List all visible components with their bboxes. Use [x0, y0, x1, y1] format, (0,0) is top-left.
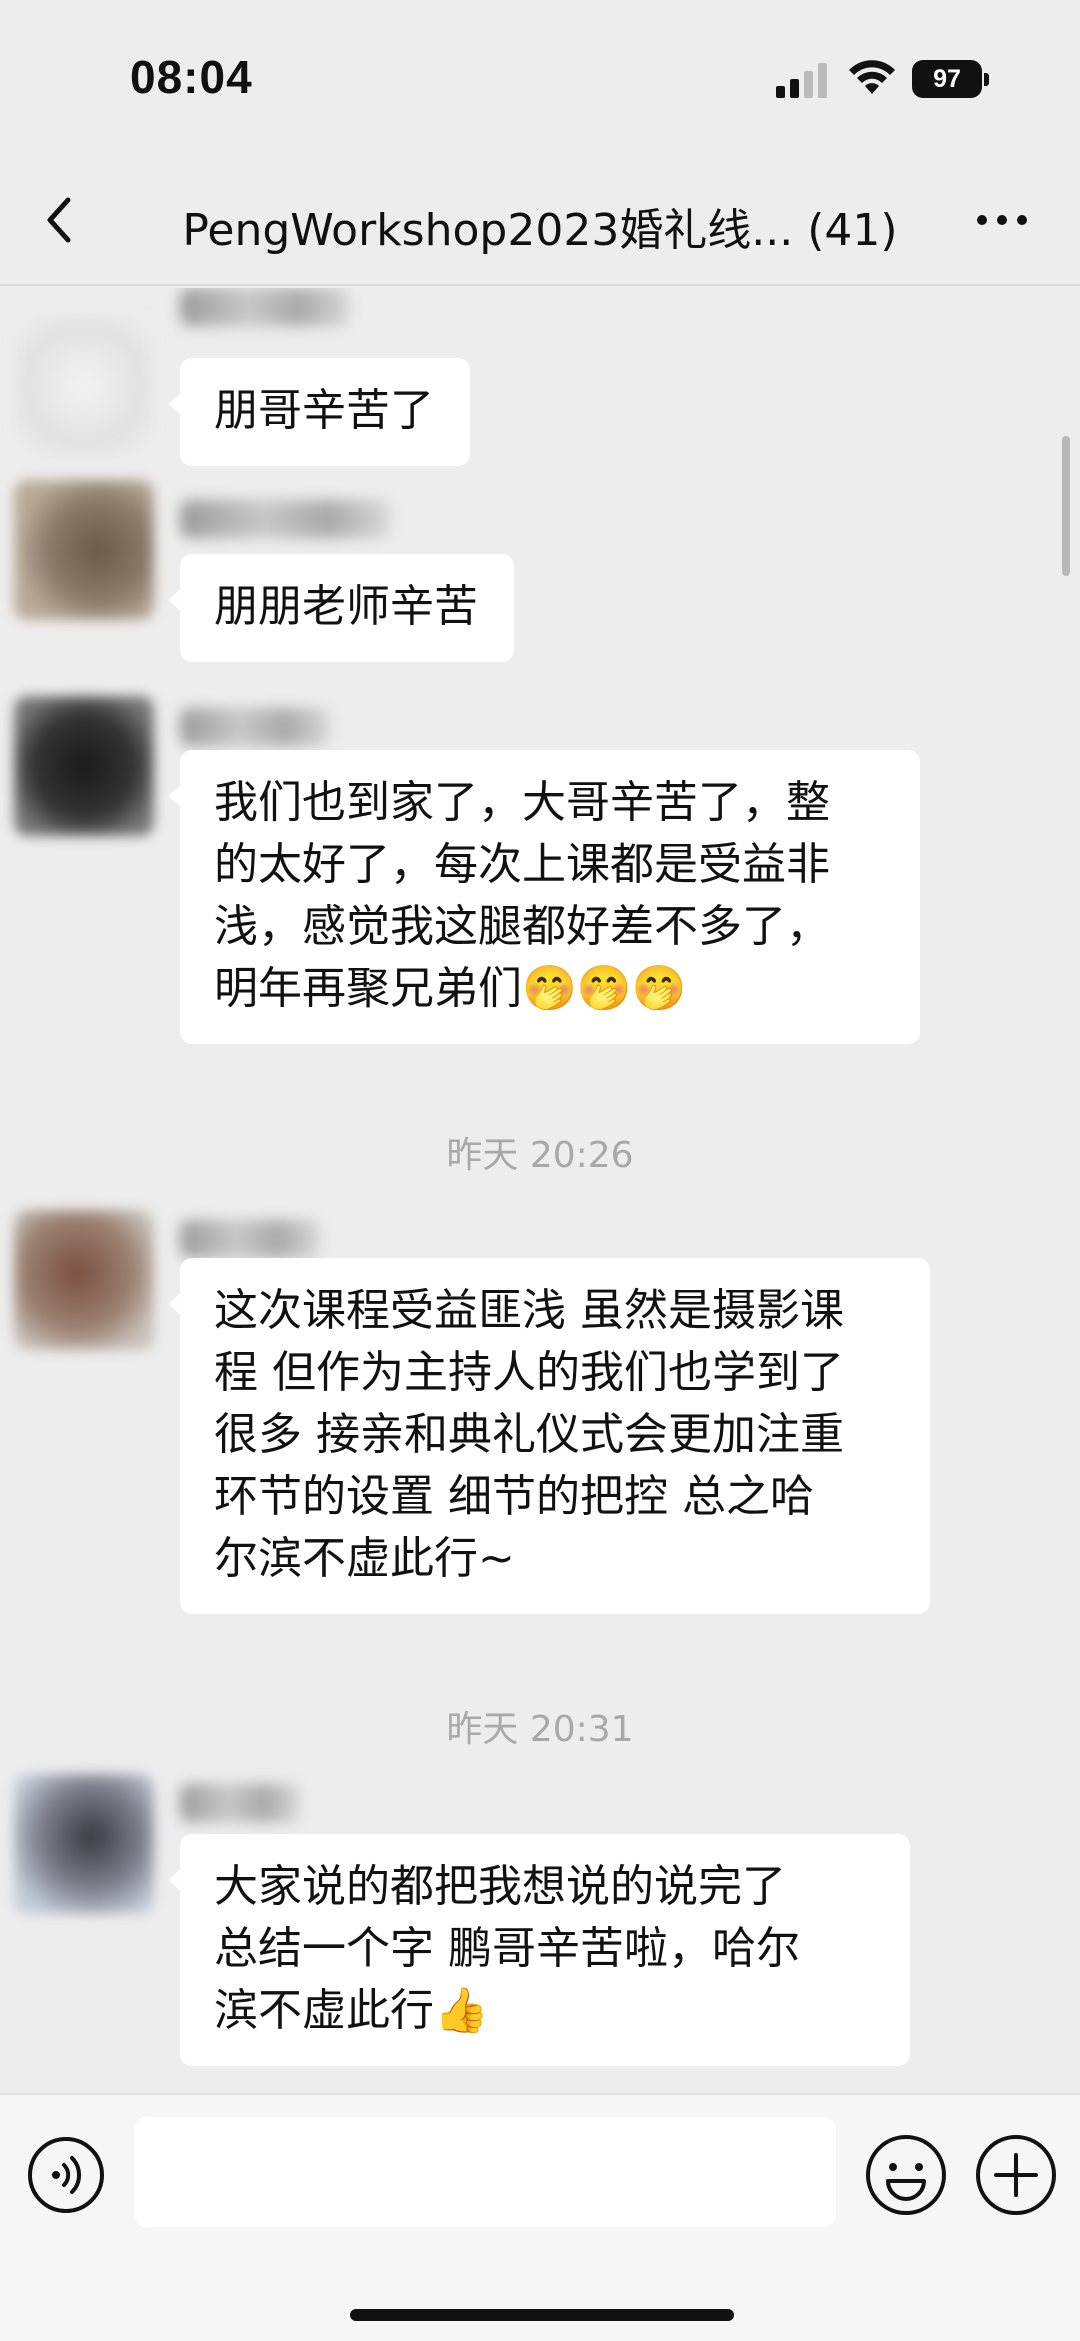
message-text: 朋哥辛苦了	[214, 385, 434, 436]
message-bubble[interactable]: 朋朋老师辛苦	[168, 554, 514, 662]
message-bubble[interactable]: 这次课程受益匪浅 虽然是摄影课 程 但作为主持人的我们也学到了 很多 接亲和典礼…	[168, 1258, 930, 1614]
emoji-icon[interactable]	[864, 2133, 948, 2217]
status-time: 08:04	[130, 51, 253, 103]
message-text-line: 我们也到家了，大哥辛苦了，整	[214, 777, 830, 828]
message-text-line: 明年再聚兄弟们🤭🤭🤭	[214, 963, 687, 1014]
message-bubble[interactable]: 朋哥辛苦了	[168, 358, 470, 466]
home-indicator[interactable]	[350, 2309, 734, 2321]
input-bar	[0, 2093, 1080, 2341]
message-text-line: 总结一个字 鹏哥辛苦啦，哈尔	[214, 1923, 800, 1974]
sender-name	[180, 1784, 300, 1822]
timestamp: 昨天 20:31	[446, 1709, 634, 1750]
plus-icon[interactable]	[974, 2133, 1058, 2217]
battery-icon: 97	[912, 60, 990, 98]
timestamp: 昨天 20:26	[446, 1135, 634, 1176]
message-text-line: 这次课程受益匪浅 虽然是摄影课	[214, 1285, 844, 1336]
message-input[interactable]	[134, 2117, 836, 2227]
sender-name	[180, 500, 390, 538]
message-text-line: 很多 接亲和典礼仪式会更加注重	[214, 1409, 844, 1460]
message-text-line: 程 但作为主持人的我们也学到了	[214, 1347, 844, 1398]
avatar[interactable]	[14, 1774, 154, 1914]
cellular-signal-icon	[776, 63, 827, 98]
message-text-line: 大家说的都把我想说的说完了	[214, 1861, 786, 1912]
avatar[interactable]	[14, 696, 154, 836]
sender-name	[180, 1220, 320, 1258]
battery-level: 97	[912, 60, 982, 98]
message-bubble[interactable]: 我们也到家了，大哥辛苦了，整 的太好了，每次上课都是受益非 浅，感觉我这腿都好差…	[168, 750, 920, 1044]
chat-title: PengWorkshop2023婚礼线... (41)	[182, 205, 898, 256]
message-text-line: 的太好了，每次上课都是受益非	[214, 839, 830, 890]
message-list[interactable]: 朋哥辛苦了 朋朋老师辛苦 我们也到家了，大哥辛苦了，整 的太好了，每次上课都是受…	[0, 288, 1080, 2093]
avatar[interactable]	[14, 316, 154, 456]
message-text-line: 尔滨不虚此行~	[214, 1533, 515, 1584]
message-bubble[interactable]: 大家说的都把我想说的说完了 总结一个字 鹏哥辛苦啦，哈尔 滨不虚此行👍	[168, 1834, 910, 2066]
wifi-icon	[849, 60, 895, 94]
chat-header: PengWorkshop2023婚礼线... (41)	[0, 150, 1080, 286]
message-text-line: 滨不虚此行👍	[214, 1985, 489, 2036]
avatar[interactable]	[14, 480, 154, 620]
more-dots-icon[interactable]	[972, 190, 1032, 250]
message-text: 朋朋老师辛苦	[214, 581, 478, 632]
avatar[interactable]	[14, 1210, 154, 1350]
sender-name	[180, 708, 330, 746]
message-text-line: 浅，感觉我这腿都好差不多了，	[214, 901, 830, 952]
status-bar: 08:04 97	[0, 0, 1080, 150]
sender-name	[180, 288, 350, 326]
message-text-line: 环节的设置 细节的把控 总之哈	[214, 1471, 814, 1522]
voice-icon[interactable]	[26, 2135, 106, 2215]
scrollbar[interactable]	[1062, 436, 1070, 576]
